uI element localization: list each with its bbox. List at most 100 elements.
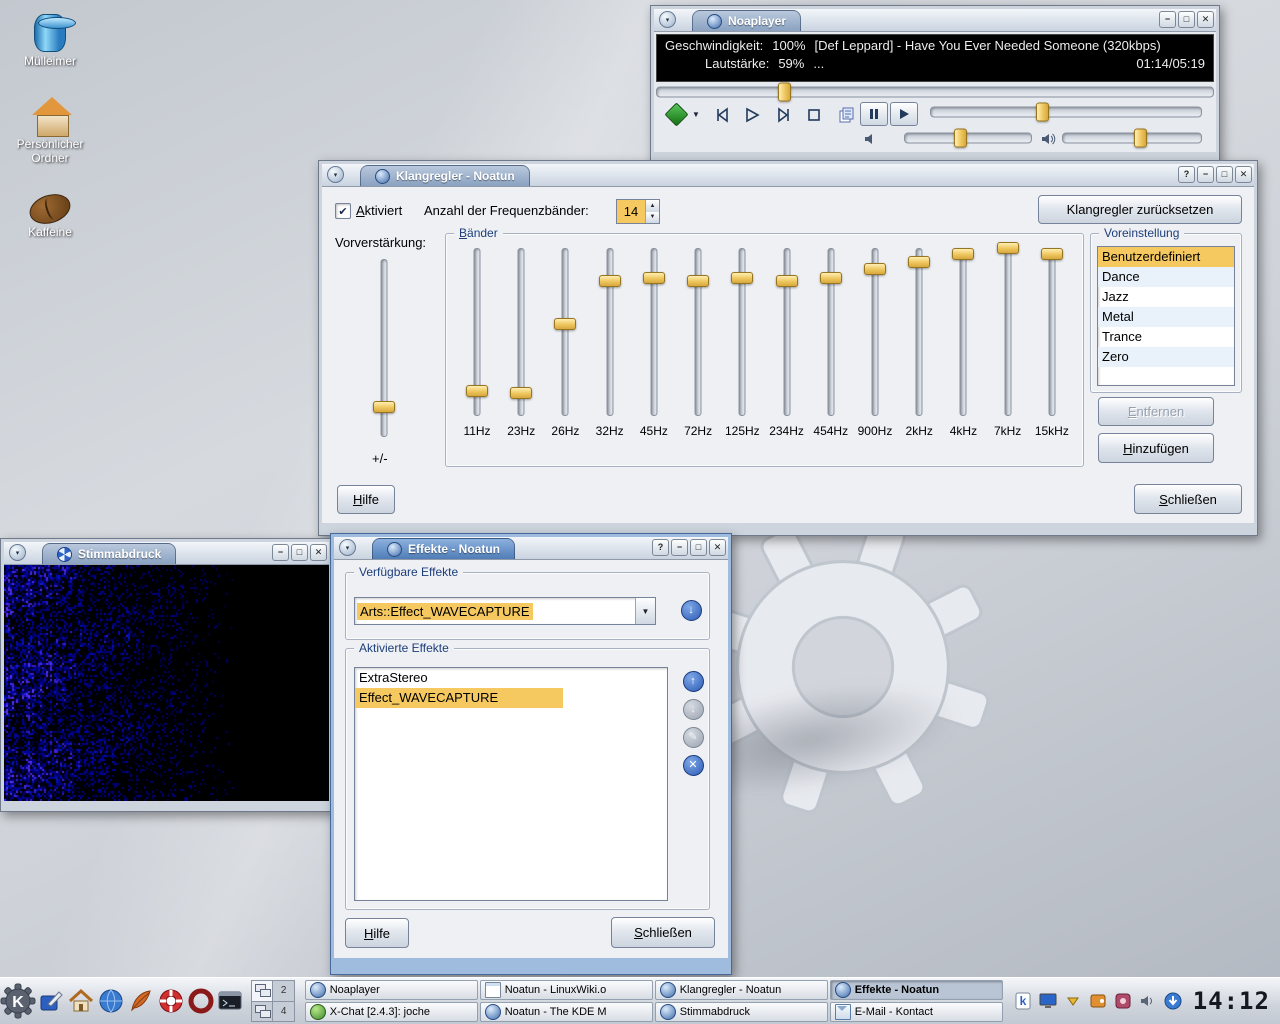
slider-handle[interactable] xyxy=(778,83,791,102)
add-effect-button[interactable]: ↓ xyxy=(679,598,703,622)
slider-handle[interactable] xyxy=(554,318,576,330)
eq-band-slider[interactable] xyxy=(864,246,886,418)
desktop-icon-trash[interactable]: Mülleimer xyxy=(2,8,98,69)
close-button[interactable]: ✕ xyxy=(1197,11,1214,28)
maximize-button[interactable]: □ xyxy=(1216,166,1233,183)
available-effects-combobox[interactable]: Arts::Effect_WAVECAPTURE ▼ xyxy=(354,597,656,625)
help-button[interactable]: ? xyxy=(652,539,669,556)
aktiviert-checkbox[interactable]: ✔ xyxy=(335,203,351,219)
eq-band-slider[interactable] xyxy=(1041,246,1063,418)
playlist-button[interactable] xyxy=(834,104,858,126)
desktop-icon-bean[interactable]: Kaffeine xyxy=(2,185,98,240)
play-small-button[interactable] xyxy=(890,102,918,126)
quicklaunch-help-button[interactable] xyxy=(156,981,186,1021)
taskbar-task-7[interactable]: E-Mail - Kontact xyxy=(830,1002,1003,1022)
taskbar-task-2[interactable]: Klangregler - Noatun xyxy=(655,980,828,1000)
preset-item[interactable]: Trance xyxy=(1098,327,1234,347)
preset-list[interactable]: BenutzerdefiniertDanceJazzMetalTranceZer… xyxy=(1097,246,1235,386)
slider-handle[interactable] xyxy=(954,129,967,148)
slider-handle[interactable] xyxy=(1036,103,1049,122)
kmenu-button[interactable]: K xyxy=(0,979,36,1023)
play-button[interactable] xyxy=(740,104,764,126)
window-menu-button[interactable]: ▾ xyxy=(339,539,356,556)
window-menu-button[interactable]: ▾ xyxy=(327,166,344,183)
tray-wallet-icon[interactable] xyxy=(1088,991,1108,1011)
close-button[interactable]: Schließen xyxy=(611,917,715,948)
quicklaunch-browser-button[interactable] xyxy=(96,981,126,1021)
slider-handle[interactable] xyxy=(820,272,842,284)
slider-handle[interactable] xyxy=(510,387,532,399)
slider-handle[interactable] xyxy=(908,256,930,268)
eq-band-slider[interactable] xyxy=(643,246,665,418)
eq-band-slider[interactable] xyxy=(820,246,842,418)
slider-handle[interactable] xyxy=(373,401,395,413)
taskbar-task-6[interactable]: Stimmabdruck xyxy=(655,1002,828,1022)
spin-down-button[interactable]: ▼ xyxy=(646,212,659,224)
slider-handle[interactable] xyxy=(864,263,886,275)
maximize-button[interactable]: □ xyxy=(690,539,707,556)
tray-arrow-icon[interactable] xyxy=(1063,991,1083,1011)
slider-handle[interactable] xyxy=(687,275,709,287)
eq-band-slider[interactable] xyxy=(510,246,532,418)
configure-effect-button[interactable]: ✎ xyxy=(681,725,705,749)
slider-handle[interactable] xyxy=(997,242,1019,254)
slider-handle[interactable] xyxy=(1041,248,1063,260)
next-button[interactable] xyxy=(772,104,796,126)
slider-handle[interactable] xyxy=(599,275,621,287)
pager-desktop-2[interactable]: 2 xyxy=(273,981,293,1001)
preset-item[interactable]: Dance xyxy=(1098,267,1234,287)
preset-item[interactable]: Jazz xyxy=(1098,287,1234,307)
eq-band-slider[interactable] xyxy=(554,246,576,418)
stop-button[interactable] xyxy=(802,104,826,126)
slider-handle[interactable] xyxy=(1134,129,1147,148)
quicklaunch-terminal-button[interactable] xyxy=(215,981,245,1021)
slider-handle[interactable] xyxy=(952,248,974,260)
pager-desktop-3[interactable]: 3 xyxy=(252,1002,272,1022)
taskbar-task-4[interactable]: X-Chat [2.4.3]: joche xyxy=(305,1002,478,1022)
quicklaunch-feather-button[interactable] xyxy=(126,981,156,1021)
eq-band-slider[interactable] xyxy=(599,246,621,418)
slider-handle[interactable] xyxy=(643,272,665,284)
help-button[interactable]: Hilfe xyxy=(345,918,409,948)
minimize-button[interactable]: − xyxy=(1197,166,1214,183)
taskbar-task-3[interactable]: Effekte - Noatun xyxy=(830,980,1003,1000)
equalizer-titlebar[interactable]: ▾ Klangregler - Noatun ? − □ ✕ xyxy=(322,164,1254,187)
slider-handle[interactable] xyxy=(731,272,753,284)
eq-band-slider[interactable] xyxy=(687,246,709,418)
spin-up-button[interactable]: ▲ xyxy=(646,200,659,212)
active-effects-list[interactable]: ExtraStereoEffect_WAVECAPTURE xyxy=(354,667,668,901)
noatun-menu-button[interactable] xyxy=(664,102,688,126)
eq-band-slider[interactable] xyxy=(997,246,1019,418)
tray-volume-icon[interactable] xyxy=(1138,991,1158,1011)
preset-item[interactable]: Metal xyxy=(1098,307,1234,327)
minimize-button[interactable]: − xyxy=(671,539,688,556)
quicklaunch-pen-button[interactable] xyxy=(36,981,66,1021)
pause-button[interactable] xyxy=(860,102,888,126)
tray-download-icon[interactable] xyxy=(1163,991,1183,1011)
preset-item[interactable]: Zero xyxy=(1098,347,1234,367)
clock[interactable]: 14:12 xyxy=(1193,987,1270,1015)
preamp-slider[interactable] xyxy=(373,257,395,439)
help-button[interactable]: Hilfe xyxy=(337,485,395,514)
tray-app-icon[interactable] xyxy=(1113,991,1133,1011)
pager-desktop-1[interactable]: 1 xyxy=(252,981,272,1001)
band-count-spinbox[interactable]: 14 ▲ ▼ xyxy=(616,199,660,224)
eq-band-slider[interactable] xyxy=(908,246,930,418)
slider-handle[interactable] xyxy=(466,385,488,397)
add-preset-button[interactable]: Hinzufügen xyxy=(1098,433,1214,463)
quicklaunch-record-button[interactable] xyxy=(186,981,216,1021)
pitch-slider[interactable] xyxy=(930,104,1202,120)
close-button[interactable]: ✕ xyxy=(310,544,327,561)
reset-equalizer-button[interactable]: Klangregler zurücksetzen xyxy=(1038,195,1242,224)
maximize-button[interactable]: □ xyxy=(291,544,308,561)
slider-handle[interactable] xyxy=(776,275,798,287)
maximize-button[interactable]: □ xyxy=(1178,11,1195,28)
window-menu-button[interactable]: ▾ xyxy=(659,11,676,28)
quicklaunch-home-button[interactable] xyxy=(66,981,96,1021)
effects-titlebar[interactable]: ▾ Effekte - Noatun ? − □ ✕ xyxy=(334,537,728,560)
minimize-button[interactable]: − xyxy=(1159,11,1176,28)
close-button[interactable]: Schließen xyxy=(1134,484,1242,514)
taskbar-task-5[interactable]: Noatun - The KDE M xyxy=(480,1002,653,1022)
close-button[interactable]: ✕ xyxy=(709,539,726,556)
pager-desktop-4[interactable]: 4 xyxy=(273,1002,293,1022)
